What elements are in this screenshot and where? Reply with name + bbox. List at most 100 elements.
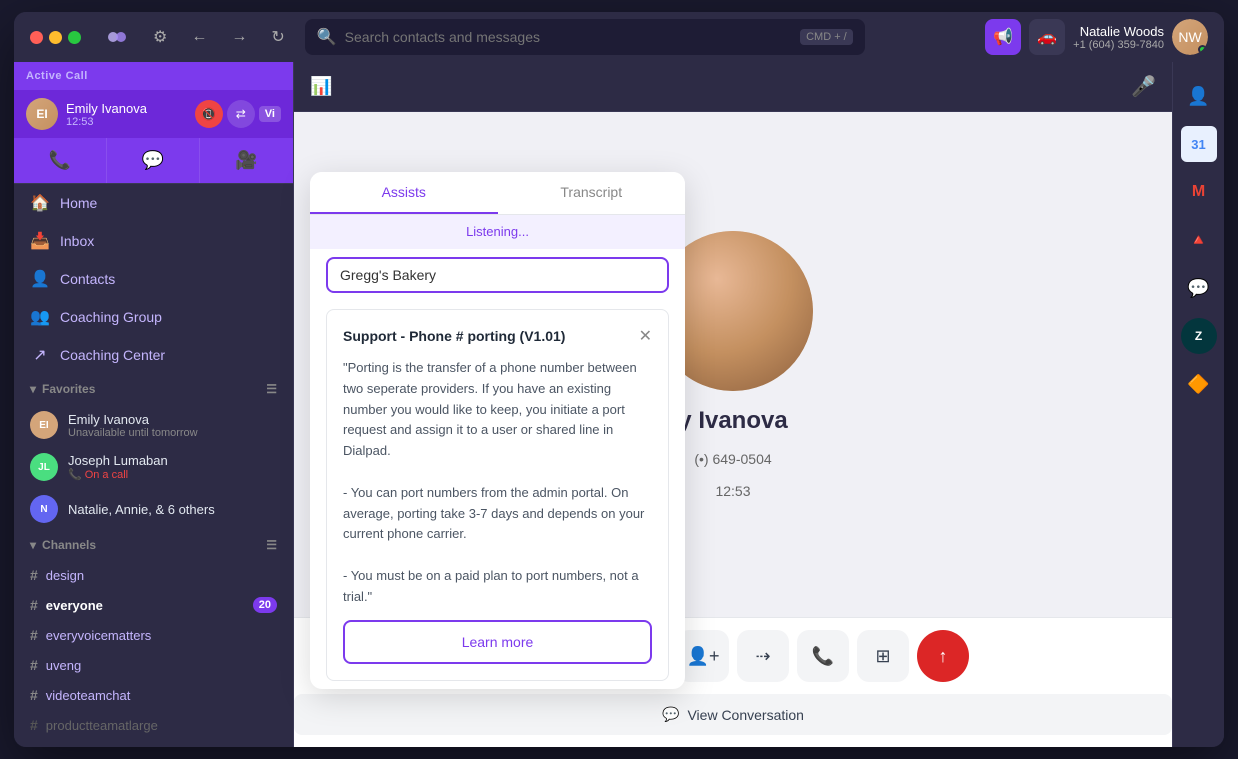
phone-call-button[interactable]: 📞 (14, 138, 107, 183)
app-logo (101, 21, 133, 53)
sidebar-item-coaching-group[interactable]: 👥 Coaching Group (14, 298, 293, 336)
microphone-icon[interactable]: 🎤 (1131, 74, 1156, 99)
notification-button[interactable]: 📢 (985, 19, 1021, 55)
channel-uveng[interactable]: # uveng (14, 650, 293, 680)
user-phone: +1 (604) 359-7840 (1073, 39, 1164, 51)
channel-badge-everyone: 20 (253, 597, 277, 613)
sidebar-item-contacts-label: Contacts (60, 271, 115, 287)
sidebar-item-home-label: Home (60, 195, 97, 211)
channel-hash-uveng: # (30, 657, 38, 673)
active-call-inner: EI Emily Ivanova 12:53 📵 ⇄ Vi (14, 90, 293, 138)
nav-buttons: ⚙ ← → ↻ (145, 23, 293, 51)
favorite-group[interactable]: N Natalie, Annie, & 6 others (14, 488, 293, 530)
favorites-header: ▾ Favorites ☰ (14, 374, 293, 404)
dialpad-button[interactable]: ⊞ (857, 630, 909, 682)
caller-info: Emily Ivanova 12:53 (66, 101, 147, 128)
transfer-button[interactable]: ⇄ (227, 100, 255, 128)
favorite-joseph[interactable]: JL Joseph Lumaban 📞 On a call (14, 446, 293, 488)
person-icon-button[interactable]: 👤 (1181, 78, 1217, 114)
right-panel: 📊 🎤 y Ivanova (•) 649-0504 12:53 (294, 62, 1172, 747)
main-area: y Ivanova (•) 649-0504 12:53 Assists Tra… (294, 112, 1172, 617)
transfer-call-button[interactable]: ⇢ (737, 630, 789, 682)
favorites-menu-icon[interactable]: ☰ (266, 382, 277, 396)
search-bar[interactable]: 🔍 CMD + / (305, 19, 865, 55)
end-call-main-button[interactable]: ↑ (917, 630, 969, 682)
close-button[interactable] (30, 31, 43, 44)
maximize-button[interactable] (68, 31, 81, 44)
title-bar: ⚙ ← → ↻ 🔍 CMD + / 📢 🚗 Natalie Woods +1 (… (14, 12, 1224, 62)
end-call-button[interactable]: 📵 (195, 100, 223, 128)
conversation-icon: 💬 (662, 706, 679, 723)
caller-avatar: EI (26, 98, 58, 130)
sidebar-item-coaching-center-label: Coaching Center (60, 347, 165, 363)
right-panel-header: 📊 🎤 (294, 62, 1172, 112)
calendar-icon-button[interactable]: 31 (1181, 126, 1217, 162)
title-bar-right: 📢 🚗 Natalie Woods +1 (604) 359-7840 NW (985, 19, 1208, 55)
favorite-emily[interactable]: EI Emily Ivanova Unavailable until tomor… (14, 404, 293, 446)
sidebar-item-inbox[interactable]: 📥 Inbox (14, 222, 293, 260)
active-call-banner: Active Call (14, 62, 293, 90)
channel-productteamatlarge[interactable]: # productteamatlarge (14, 710, 293, 740)
tab-transcript[interactable]: Transcript (498, 172, 686, 214)
learn-more-button[interactable]: Learn more (343, 620, 652, 664)
online-indicator (1198, 45, 1207, 54)
search-icon: 🔍 (317, 27, 337, 47)
card-close-button[interactable]: ✕ (639, 326, 652, 346)
message-button[interactable]: 💬 (107, 138, 200, 183)
sidebar-item-coaching-group-label: Coaching Group (60, 309, 162, 325)
on-call-text: On a call (85, 469, 128, 481)
card-body-1: "Porting is the transfer of a phone numb… (343, 358, 652, 462)
back-button[interactable]: ← (183, 24, 215, 50)
zendesk-icon-button[interactable]: Z (1181, 318, 1217, 354)
contact-time-display: 12:53 (715, 483, 750, 499)
assists-tabs: Assists Transcript (310, 172, 685, 215)
assists-search-input[interactable] (326, 257, 669, 293)
inbox-icon: 📥 (30, 231, 50, 251)
vi-badge: Vi (259, 106, 281, 122)
search-input-area (310, 249, 685, 301)
tab-assists[interactable]: Assists (310, 172, 498, 214)
contacts-icon: 👤 (30, 269, 50, 289)
avatar[interactable]: NW (1172, 19, 1208, 55)
channel-design[interactable]: # design (14, 560, 293, 590)
active-call-user: EI Emily Ivanova 12:53 (26, 98, 147, 130)
favorites-collapse-icon[interactable]: ▾ (30, 382, 36, 396)
chat-icon-button[interactable]: 💬 (1181, 270, 1217, 306)
channel-videoteamchat[interactable]: # videoteamchat (14, 680, 293, 710)
sidebar: Active Call EI Emily Ivanova 12:53 📵 ⇄ V… (14, 62, 294, 747)
card-body-2: - You can port numbers from the admin po… (343, 483, 652, 545)
channel-hash-design: # (30, 567, 38, 583)
refresh-button[interactable]: ↻ (263, 23, 292, 51)
bar-chart-icon: 📊 (310, 76, 332, 97)
favorite-joseph-info: Joseph Lumaban 📞 On a call (68, 453, 168, 481)
channel-hash-everyone: # (30, 597, 38, 613)
active-call-label: Active Call (26, 70, 88, 82)
video-button[interactable]: 🎥 (200, 138, 293, 183)
drive-icon-button[interactable]: 🔺 (1181, 222, 1217, 258)
keyboard-shortcut: CMD + / (800, 29, 853, 45)
sidebar-item-contacts[interactable]: 👤 Contacts (14, 260, 293, 298)
apps-button[interactable]: 🚗 (1029, 19, 1065, 55)
channels-menu-icon[interactable]: ☰ (266, 538, 277, 552)
channel-everyvoicematters[interactable]: # everyvoicematters (14, 620, 293, 650)
channels-collapse-icon[interactable]: ▾ (30, 538, 36, 552)
favorites-label: Favorites (42, 382, 95, 396)
view-conversation-label: View Conversation (687, 707, 803, 723)
forward-button[interactable]: → (223, 24, 255, 50)
sidebar-item-coaching-center[interactable]: ↗ Coaching Center (14, 336, 293, 374)
favorite-group-avatar: N (30, 495, 58, 523)
favorite-group-name: Natalie, Annie, & 6 others (68, 502, 215, 517)
favorite-emily-avatar: EI (30, 411, 58, 439)
channel-everyone[interactable]: # everyone 20 (14, 590, 293, 620)
search-input[interactable] (345, 29, 792, 45)
gmail-icon-button[interactable]: M (1181, 174, 1217, 210)
hubspot-icon-button[interactable]: 🔶 (1181, 366, 1217, 402)
channel-name-ptal: productteamatlarge (46, 718, 277, 733)
sidebar-item-home[interactable]: 🏠 Home (14, 184, 293, 222)
minimize-button[interactable] (49, 31, 62, 44)
coaching-button[interactable]: 📞 (797, 630, 849, 682)
settings-button[interactable]: ⚙ (145, 23, 175, 51)
active-call-section: Active Call EI Emily Ivanova 12:53 📵 ⇄ V… (14, 62, 293, 184)
favorite-joseph-name: Joseph Lumaban (68, 453, 168, 468)
view-conversation-button[interactable]: 💬 View Conversation (294, 694, 1172, 735)
